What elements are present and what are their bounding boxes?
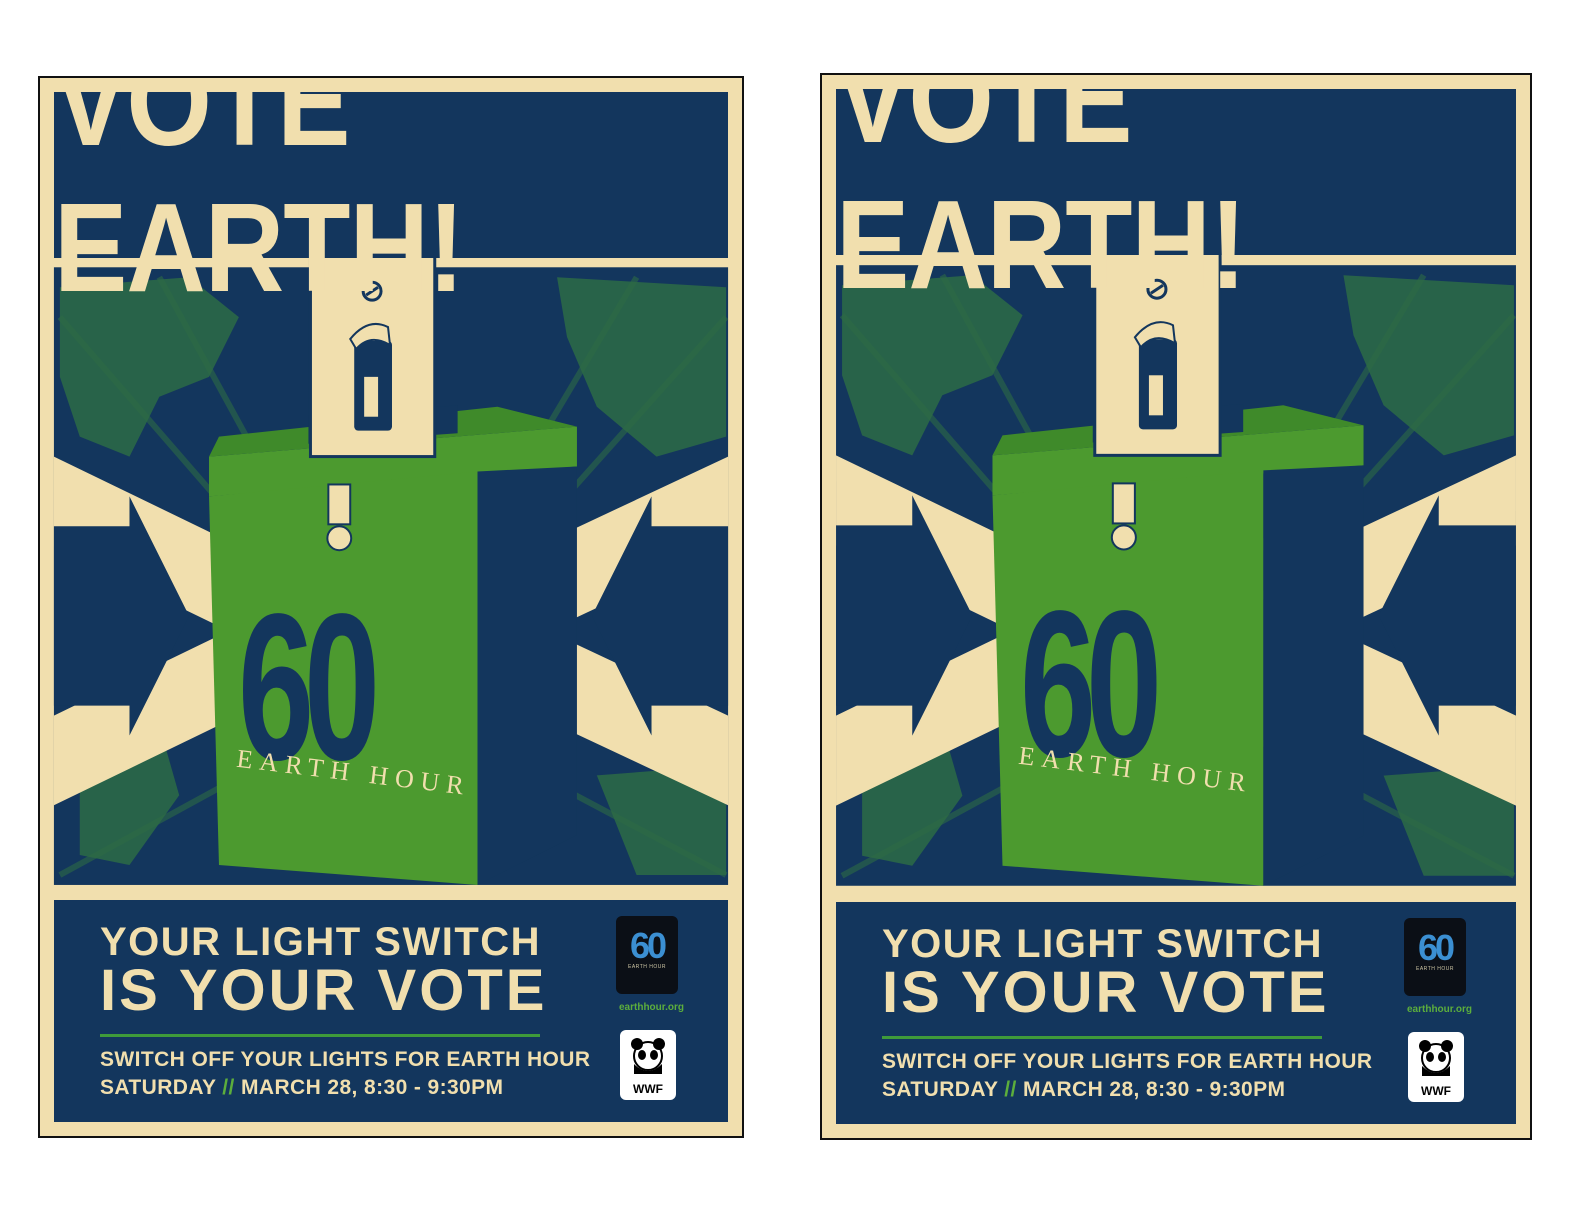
info-line1: SWITCH OFF YOUR LIGHTS FOR EARTH HOUR	[882, 1050, 1373, 1073]
website-url: earthhour.org	[1406, 1004, 1472, 1015]
poster-headline: VOTE EARTH!	[54, 78, 728, 319]
info-line2: SATURDAY // MARCH 28, 8:30 - 9:30PM	[100, 1076, 503, 1100]
earth-hour-logo: 60 EARTH HOUR	[1404, 918, 1466, 996]
poster-right: VOTE EARTH! 60 EARTH HOUR YOUR LIGHT SWI…	[820, 73, 1532, 1140]
divider	[882, 1036, 1322, 1039]
poster-footer: YOUR LIGHT SWITCH IS YOUR VOTE SWITCH OF…	[54, 900, 728, 1122]
wwf-logo: WWF	[620, 1030, 676, 1100]
info-line1: SWITCH OFF YOUR LIGHTS FOR EARTH HOUR	[100, 1048, 591, 1071]
info-datetime: MARCH 28, 8:30 - 9:30PM	[1023, 1078, 1286, 1101]
earth-hour-logo-number: 60	[629, 925, 667, 966]
info-separator: //	[1004, 1078, 1017, 1101]
info-line2: SATURDAY // MARCH 28, 8:30 - 9:30PM	[882, 1078, 1285, 1102]
ballot-box-number: 60	[1020, 567, 1162, 802]
earth-hour-logo-text: EARTH HOUR	[628, 964, 666, 970]
ballot-box-number: 60	[238, 570, 380, 805]
wwf-label: WWF	[1421, 1084, 1451, 1098]
poster-headline: VOTE EARTH!	[836, 75, 1516, 316]
poster-footer: YOUR LIGHT SWITCH IS YOUR VOTE SWITCH OF…	[836, 902, 1516, 1124]
wwf-logo: WWF	[1408, 1032, 1464, 1102]
tagline-line2: IS YOUR VOTE	[882, 960, 1330, 1025]
panda-icon	[1419, 1040, 1453, 1076]
poster-left: VOTE EARTH! 60 EARTH HOUR YOUR LIGHT SWI…	[38, 76, 744, 1138]
ballot-box-side	[1263, 465, 1364, 886]
earth-hour-logo-number: 60	[1417, 927, 1455, 968]
earth-hour-logo: 60 EARTH HOUR	[616, 916, 678, 994]
website-url: earthhour.org	[618, 1002, 684, 1013]
panda-icon	[631, 1038, 665, 1074]
earth-hour-logo-text: EARTH HOUR	[1416, 966, 1454, 972]
info-day: SATURDAY	[882, 1078, 999, 1101]
ballot-box-side	[477, 466, 577, 885]
info-day: SATURDAY	[100, 1076, 217, 1099]
tagline-line2: IS YOUR VOTE	[100, 958, 548, 1023]
info-separator: //	[222, 1076, 235, 1099]
divider	[100, 1034, 540, 1037]
info-datetime: MARCH 28, 8:30 - 9:30PM	[241, 1076, 504, 1099]
wwf-label: WWF	[633, 1082, 663, 1096]
tagline-line1: YOUR LIGHT SWITCH	[100, 920, 542, 964]
tagline-line1: YOUR LIGHT SWITCH	[882, 922, 1324, 966]
